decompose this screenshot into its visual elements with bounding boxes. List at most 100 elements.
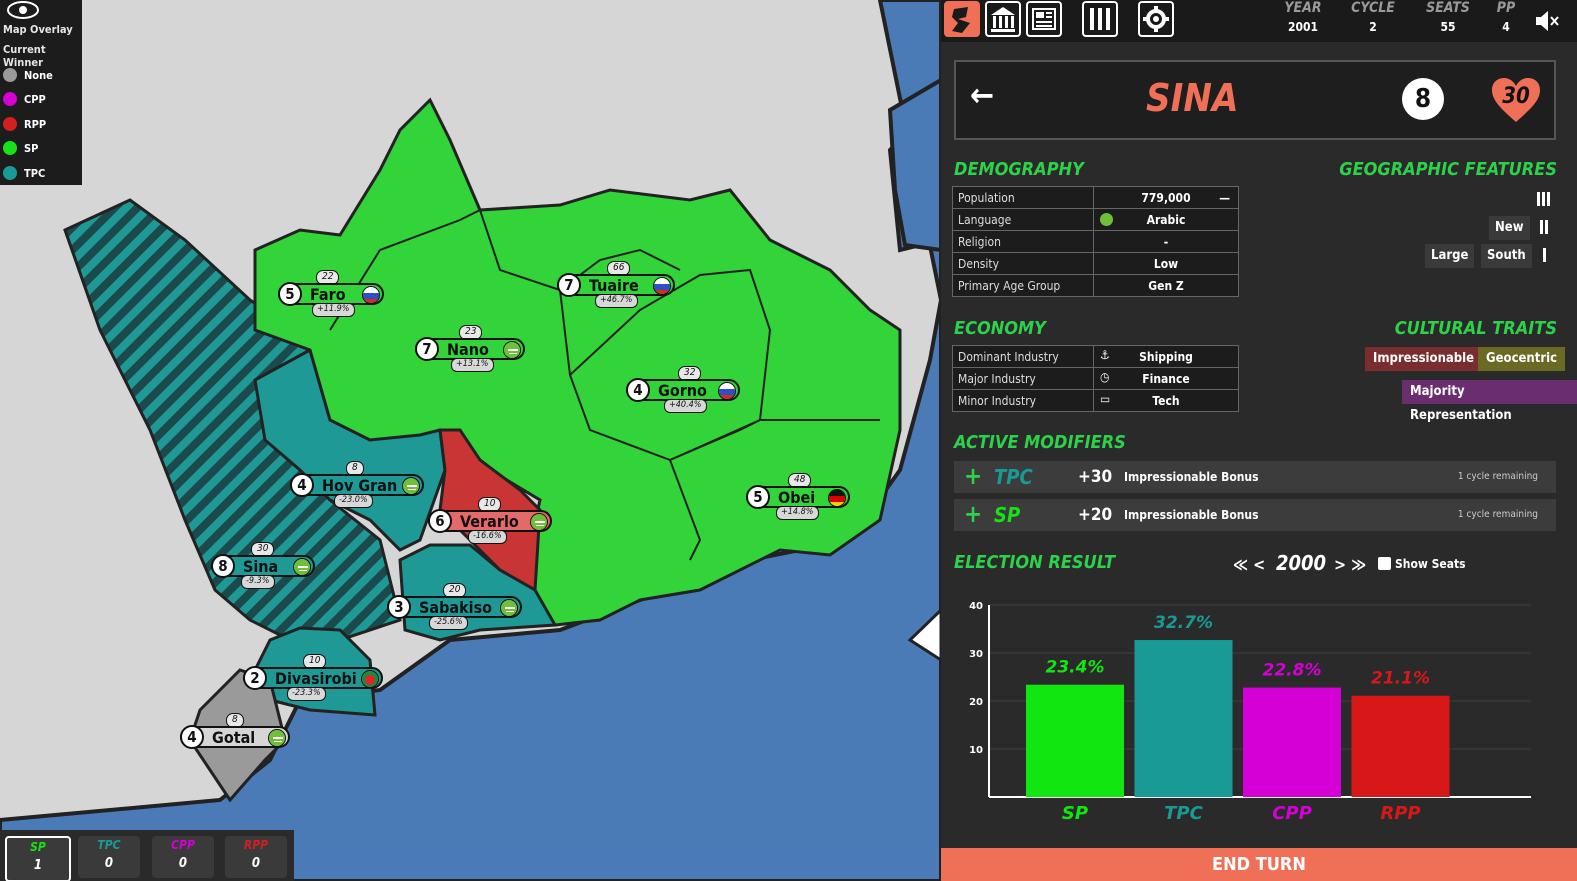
plus-icon: + (964, 500, 983, 528)
legend-item-none: None (3, 66, 53, 84)
score-cpp[interactable]: CPP 0 (152, 836, 214, 878)
mute-icon[interactable] (1533, 8, 1561, 34)
region-change: +14.8% (776, 506, 819, 520)
flag-icon (361, 670, 379, 688)
region-change: +40.4% (664, 399, 707, 413)
region-rank: 4 (180, 725, 204, 749)
region-pill: 4 Hov Gran (290, 473, 424, 497)
bar-tpc (1134, 640, 1233, 797)
flag-icon (500, 599, 518, 617)
party-logo-icon[interactable] (944, 1, 980, 37)
region-pill: 4 Gotal (180, 725, 290, 749)
legend-dot (3, 92, 17, 106)
economy-table: Dominant Industry ⚓ Shipping Major Industr… (952, 345, 1239, 412)
map-overlay-panel: Map Overlay Current Winner None CPP RPP … (0, 0, 82, 185)
score-tpc[interactable]: TPC 0 (78, 836, 140, 878)
score-sp[interactable]: SP 1 (5, 836, 71, 881)
bar-value-label: 32.7% (1154, 613, 1213, 633)
region-header: ← SINA 8 30 (954, 60, 1556, 140)
region-name: Sina (243, 557, 279, 576)
region-label-divasirobi[interactable]: 10 2 Divasirobi -23.3% (243, 654, 383, 701)
modifier-row: + SP +20 Impressionable Bonus 1 cycle re… (954, 499, 1556, 531)
map-view[interactable]: Map Overlay Current Winner None CPP RPP … (0, 0, 941, 881)
score-rpp[interactable]: RPP 0 (225, 836, 287, 878)
x-tick-label: TPC (1164, 803, 1203, 824)
legend-item-sp: SP (3, 139, 38, 157)
show-seats-checkbox[interactable] (1378, 557, 1391, 570)
next-year-button[interactable]: > ≫ (1334, 555, 1366, 574)
cultural-title: CULTURAL TRAITS (1394, 318, 1557, 339)
region-rank: 6 (428, 509, 452, 533)
legend-item-rpp: RPP (3, 115, 46, 133)
region-label-hov-gran[interactable]: 8 4 Hov Gran -23.0% (290, 461, 424, 508)
region-pill: 7 Tuaire (557, 273, 675, 297)
legend-dot (3, 68, 17, 82)
plus-icon: + (964, 462, 983, 490)
region-label-sabakiso[interactable]: 20 3 Sabakiso -25.6% (387, 583, 522, 630)
party-score-bar: SP 1 TPC 0 CPP 0 RPP 0 (0, 830, 294, 881)
geo-tag-south: South (1481, 244, 1532, 268)
flag-icon (402, 477, 420, 495)
modifier-row: + TPC +30 Impressionable Bonus 1 cycle r… (954, 461, 1556, 493)
region-pill: 3 Sabakiso (387, 595, 522, 619)
x-tick-label: CPP (1272, 803, 1312, 824)
region-name: Verarlo (460, 512, 519, 531)
region-pill: 6 Verarlo (428, 509, 552, 533)
region-name: Faro (310, 285, 346, 304)
region-label-gotal[interactable]: 8 4 Gotal (180, 713, 290, 749)
seats-count: 30 (1502, 84, 1530, 109)
region-label-obei[interactable]: 48 5 Obei +14.8% (746, 473, 850, 520)
region-pill: 4 Gorno (626, 378, 740, 402)
region-label-sina[interactable]: 30 8 Sina -9.3% (211, 542, 315, 589)
settings-gear-icon[interactable] (1138, 1, 1174, 37)
flag-icon (530, 513, 548, 531)
map-overlay-title: Map Overlay (3, 23, 73, 36)
legend-dot (3, 166, 17, 180)
table-row: Dominant Industry ⚓ Shipping (952, 345, 1239, 368)
region-label-faro[interactable]: 22 5 Faro +11.9% (278, 270, 384, 317)
region-rank: 4 (290, 473, 314, 497)
region-label-nano[interactable]: 23 7 Nano +13.1% (415, 325, 525, 372)
stat-cycle: CYCLE 2 (1351, 0, 1395, 34)
back-arrow-icon[interactable]: ← (970, 76, 994, 114)
region-name: Obei (778, 488, 816, 507)
geo-tag-large: Large (1425, 244, 1475, 268)
region-name: Gorno (658, 381, 707, 400)
flag-icon (653, 277, 671, 295)
region-change: -16.6% (468, 530, 507, 544)
economy-title: ECONOMY (954, 318, 1046, 339)
region-pill: 5 Obei (746, 485, 850, 509)
map-canvas[interactable] (0, 0, 941, 881)
population-toggle[interactable]: — (1219, 191, 1230, 205)
top-bar: YEAR 2001 CYCLE 2 SEATS 55 PP 4 (941, 0, 1577, 42)
laptop-icon: ▭ (1100, 392, 1111, 406)
table-row: Language Arabic (952, 208, 1239, 231)
flag-icon (362, 286, 380, 304)
eye-icon[interactable] (6, 0, 40, 20)
region-label-gorno[interactable]: 32 4 Gorno +40.4% (626, 366, 740, 413)
region-rank: 7 (415, 337, 439, 361)
region-pill: 7 Nano (415, 337, 525, 361)
region-label-tuaire[interactable]: 66 7 Tuaire +46.7% (557, 261, 675, 308)
columns-icon[interactable] (1082, 1, 1118, 37)
y-tick-label: 10 (969, 745, 983, 756)
y-tick-label: 30 (969, 649, 983, 660)
region-rank: 5 (746, 485, 770, 509)
prev-year-button[interactable]: ≪ < (1233, 555, 1265, 574)
legend-item-cpp: CPP (3, 90, 46, 108)
region-label-verarlo[interactable]: 10 6 Verarlo -16.6% (428, 497, 552, 544)
region-pill: 8 Sina (211, 554, 315, 578)
x-tick-label: SP (1062, 803, 1088, 824)
y-tick-label: 40 (969, 601, 983, 612)
region-title: SINA (1146, 76, 1239, 120)
newspaper-icon[interactable] (1026, 1, 1062, 37)
region-name: Sabakiso (419, 598, 493, 617)
stat-seats: SEATS 55 (1426, 0, 1470, 34)
government-icon[interactable] (985, 1, 1021, 37)
table-row: Religion - (952, 230, 1239, 253)
end-turn-button[interactable]: END TURN (941, 848, 1577, 881)
table-row: Minor Industry ▭ Tech (952, 389, 1239, 412)
region-rank: 3 (387, 595, 411, 619)
flag-icon (503, 341, 521, 359)
legend-item-tpc: TPC (3, 164, 45, 182)
